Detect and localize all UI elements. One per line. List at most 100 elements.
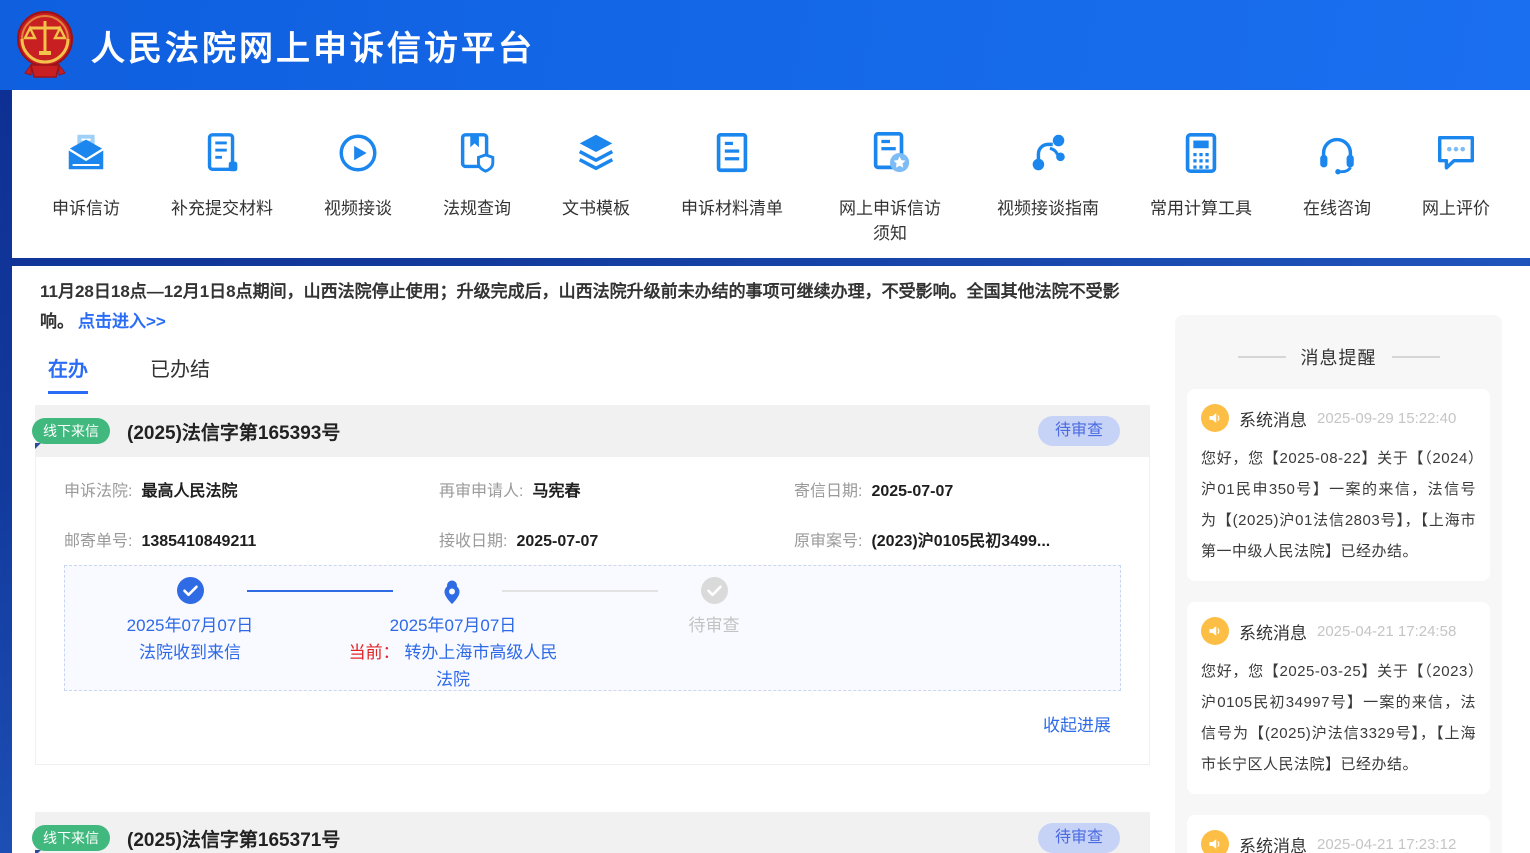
current-marker: 当前： <box>349 643 400 662</box>
check-circle-gray-icon <box>701 577 728 604</box>
toolbar-item-online-review[interactable]: 网上评价 <box>1422 90 1490 258</box>
document-star-icon <box>867 130 913 176</box>
message-header: 系统消息 2025-09-29 15:22:40 <box>1201 404 1476 432</box>
toolbar: 申诉信访 补充提交材料 视频接谈 法规查询 文书模 <box>12 90 1530 258</box>
timeline-step-pending-review: 待审查 <box>664 612 764 639</box>
toolbar-item-label: 常用计算工具 <box>1150 196 1252 221</box>
case-header[interactable]: 线下来信 (2025)法信字第165371号 待审查 <box>35 812 1150 853</box>
message-type: 系统消息 <box>1239 406 1307 431</box>
field-appeal-court: 申诉法院:最高人民法院 <box>64 477 439 501</box>
toolbar-item-regulation-search[interactable]: 法规查询 <box>443 90 511 258</box>
field-original-case-number: 原审案号:(2023)沪0105民初3499... <box>794 527 1121 551</box>
collapse-row: 收起进展 <box>64 691 1121 750</box>
calculator-icon <box>1178 130 1224 176</box>
book-shield-icon <box>454 130 500 176</box>
document-list-icon <box>709 130 755 176</box>
dash-decoration <box>1238 356 1286 358</box>
toolbar-item-document-templates[interactable]: 文书模板 <box>562 90 630 258</box>
check-circle-icon <box>177 577 204 604</box>
case-card: 线下来信 (2025)法信字第165371号 待审查 <box>35 812 1150 853</box>
message-item: 系统消息 2025-04-21 17:23:12 <box>1187 815 1490 853</box>
message-time: 2025-09-29 15:22:40 <box>1317 410 1456 427</box>
toolbar-item-calculator-tools[interactable]: 常用计算工具 <box>1150 90 1252 258</box>
message-panel: 消息提醒 系统消息 2025-09-29 15:22:40 您好，您【2025-… <box>1175 315 1502 853</box>
timeline-step-label: 法院收到来信 <box>90 639 290 666</box>
message-header: 系统消息 2025-04-21 17:23:12 <box>1201 830 1476 853</box>
comment-dots-icon <box>1433 130 1479 176</box>
timeline-connector-done <box>247 590 393 592</box>
message-item: 系统消息 2025-09-29 15:22:40 您好，您【2025-08-22… <box>1187 389 1490 581</box>
toolbar-item-label: 网上申诉信访须知 <box>834 196 946 246</box>
toolbar-item-video-interview-guide[interactable]: 视频接谈指南 <box>997 90 1099 258</box>
message-type: 系统消息 <box>1239 619 1307 644</box>
message-panel-title: 消息提醒 <box>1301 344 1377 370</box>
toolbar-item-label: 网上评价 <box>1422 196 1490 221</box>
case-fields: 申诉法院:最高人民法院 再审申请人:马宪春 寄信日期:2025-07-07 邮寄… <box>64 477 1121 551</box>
timeline-date: 2025年07月07日 <box>90 612 290 639</box>
toolbar-item-supplement-materials[interactable]: 补充提交材料 <box>171 90 273 258</box>
play-circle-icon <box>335 130 381 176</box>
case-number: (2025)法信字第165393号 <box>127 418 340 445</box>
toolbar-item-online-consult[interactable]: 在线咨询 <box>1303 90 1371 258</box>
content-panel: 11月28日18点—12月1日8点期间，山西法院停止使用；升级完成后，山西法院升… <box>12 266 1530 853</box>
case-body: 申诉法院:最高人民法院 再审申请人:马宪春 寄信日期:2025-07-07 邮寄… <box>35 457 1150 765</box>
notice-enter-link[interactable]: 点击进入>> <box>78 312 166 331</box>
field-receive-date: 接收日期:2025-07-07 <box>439 527 794 551</box>
status-badge: 待审查 <box>1038 823 1120 853</box>
progress-timeline: 2025年07月07日 法院收到来信 2025年07月07日 当前： 转办上海市… <box>64 565 1121 691</box>
document-scroll-icon <box>199 130 245 176</box>
collapse-progress-link[interactable]: 收起进展 <box>1043 716 1111 735</box>
timeline-date: 2025年07月07日 <box>348 612 558 639</box>
case-tabs: 在办 已办结 <box>48 353 1150 394</box>
layers-icon <box>573 130 619 176</box>
speaker-icon <box>1201 830 1229 853</box>
offline-letter-badge: 线下来信 <box>32 825 110 851</box>
toolbar-item-label: 视频接谈指南 <box>997 196 1099 221</box>
case-header[interactable]: 线下来信 (2025)法信字第165393号 待审查 <box>35 405 1150 457</box>
case-card: 线下来信 (2025)法信字第165393号 待审查 申诉法院:最高人民法院 再… <box>35 405 1150 765</box>
timeline-step-received: 2025年07月07日 法院收到来信 <box>90 612 290 666</box>
court-emblem-icon <box>13 9 77 81</box>
toolbar-item-label: 申诉信访 <box>52 196 120 221</box>
message-item: 系统消息 2025-04-21 17:24:58 您好，您【2025-03-25… <box>1187 602 1490 794</box>
toolbar-item-label: 文书模板 <box>562 196 630 221</box>
toolbar-item-label: 法规查询 <box>443 196 511 221</box>
app-header: 人民法院网上申诉信访平台 <box>0 0 1530 90</box>
message-panel-header: 消息提醒 <box>1175 315 1502 389</box>
page-title: 人民法院网上申诉信访平台 <box>91 21 535 70</box>
speaker-icon <box>1201 617 1229 645</box>
case-number: (2025)法信字第165371号 <box>127 825 340 852</box>
toolbar-item-label: 申诉材料清单 <box>681 196 783 221</box>
timeline-connector-pending <box>502 590 658 592</box>
mail-letter-icon <box>63 130 109 176</box>
status-badge: 待审查 <box>1038 416 1120 446</box>
offline-letter-badge: 线下来信 <box>32 418 110 444</box>
speaker-icon <box>1201 404 1229 432</box>
toolbar-item-online-appeal-notice[interactable]: 网上申诉信访须知 <box>834 90 946 258</box>
toolbar-item-label: 补充提交材料 <box>171 196 273 221</box>
field-retrial-applicant: 再审申请人:马宪春 <box>439 477 794 501</box>
notice-text: 11月28日18点—12月1日8点期间，山西法院停止使用；升级完成后，山西法院升… <box>40 282 1120 331</box>
toolbar-item-video-interview[interactable]: 视频接谈 <box>324 90 392 258</box>
field-tracking-number: 邮寄单号:1385410849211 <box>64 527 439 551</box>
location-pin-icon <box>438 577 466 605</box>
toolbar-item-label: 视频接谈 <box>324 196 392 221</box>
headset-icon <box>1314 130 1360 176</box>
timeline-step-label: 待审查 <box>664 612 764 639</box>
timeline-step-transferred: 2025年07月07日 当前： 转办上海市高级人民法院 <box>348 612 558 693</box>
dash-decoration <box>1392 356 1440 358</box>
tab-completed[interactable]: 已办结 <box>150 353 210 394</box>
message-time: 2025-04-21 17:24:58 <box>1317 623 1456 640</box>
timeline-step-label: 当前： 转办上海市高级人民法院 <box>348 639 558 693</box>
message-text: 您好，您【2025-08-22】关于【（2024）沪01民申350号】一案的来信… <box>1201 443 1476 567</box>
message-type: 系统消息 <box>1239 832 1307 853</box>
system-notice: 11月28日18点—12月1日8点期间，山西法院停止使用；升级完成后，山西法院升… <box>40 277 1150 337</box>
main-column: 11月28日18点—12月1日8点期间，山西法院停止使用；升级完成后，山西法院升… <box>35 266 1150 853</box>
message-text: 您好，您【2025-03-25】关于【（2023）沪0105民初34997号】一… <box>1201 656 1476 780</box>
toolbar-item-appeal-letter[interactable]: 申诉信访 <box>52 90 120 258</box>
toolbar-item-appeal-materials-list[interactable]: 申诉材料清单 <box>681 90 783 258</box>
field-mail-date: 寄信日期:2025-07-07 <box>794 477 1121 501</box>
tab-in-progress[interactable]: 在办 <box>48 353 88 394</box>
message-time: 2025-04-21 17:23:12 <box>1317 836 1456 853</box>
message-header: 系统消息 2025-04-21 17:24:58 <box>1201 617 1476 645</box>
